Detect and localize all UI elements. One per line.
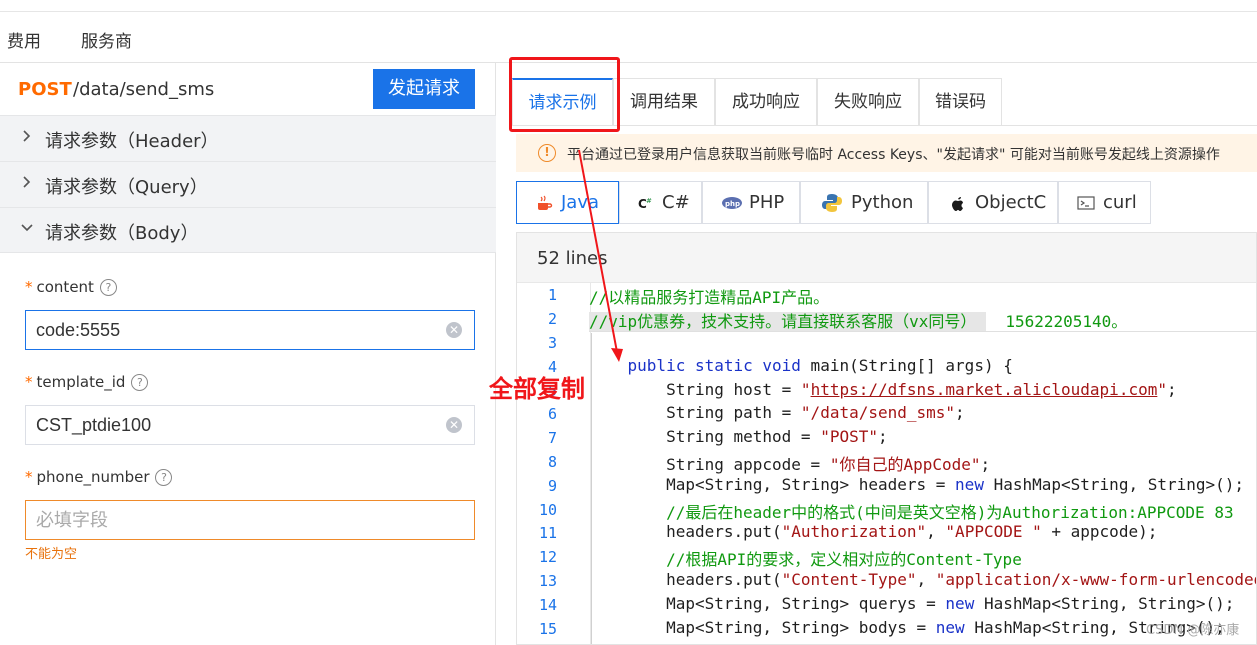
required-marker: * (25, 468, 33, 486)
api-path: /data/send_sms (73, 79, 215, 100)
tab-call-result[interactable]: 调用结果 (613, 78, 715, 126)
required-marker: * (25, 278, 33, 296)
code-line: //最后在header中的格式(中间是英文空格)为Authorization:A… (666, 503, 1234, 522)
lang-label: Java (561, 192, 600, 213)
code-line: String appcode = "你自己的AppCode"; (589, 455, 991, 474)
code-line: Map<String, String> querys = new HashMap… (589, 594, 1235, 613)
chevron-right-icon (23, 176, 31, 188)
section-query-params[interactable]: 请求参数（Query） (0, 161, 496, 207)
request-panel: POST /data/send_sms 发起请求 请求参数（Header） 请求… (0, 63, 496, 645)
line-number: 8 (547, 453, 557, 471)
phone-number-input[interactable] (26, 501, 436, 539)
lang-label: ObjectC (975, 192, 1047, 213)
line-number: 12 (538, 548, 557, 566)
help-icon[interactable]: ? (131, 374, 149, 391)
code-line: String path = "/data/send_sms"; (589, 403, 965, 422)
lang-tab-java[interactable]: Java (516, 181, 619, 224)
lang-label: Python (851, 192, 914, 213)
lang-tab-php[interactable]: php PHP (702, 181, 800, 224)
code-line: headers.put("Authorization", "APPCODE " … (589, 522, 1158, 541)
template-id-field: ✕ (25, 405, 475, 445)
api-row: POST /data/send_sms 发起请求 (0, 63, 496, 115)
lang-label: PHP (749, 192, 785, 213)
code-line: Map<String, String> bodys = new HashMap<… (589, 618, 1225, 637)
tab-request-example[interactable]: 请求示例 (512, 78, 613, 126)
code-line: headers.put("Content-Type", "application… (589, 570, 1257, 589)
lang-label: curl (1103, 192, 1137, 213)
field-label-template-id: * template_id? (25, 373, 149, 391)
line-number: 10 (538, 501, 557, 519)
line-number: 13 (538, 572, 557, 590)
lang-tab-curl[interactable]: curl (1058, 181, 1151, 224)
nav-item-fee[interactable]: 费用 (7, 27, 41, 52)
section-label: 请求参数（Header） (45, 131, 219, 152)
required-marker: * (25, 373, 33, 391)
svg-text:#: # (646, 197, 652, 205)
send-request-button[interactable]: 发起请求 (373, 69, 475, 109)
annotation-label: 全部复制 (489, 375, 585, 403)
chevron-right-icon (23, 130, 31, 142)
content-input[interactable] (26, 311, 436, 349)
code-line: //根据API的要求，定义相对应的Content-Type (666, 550, 1022, 569)
code-header: 52 lines (517, 233, 1256, 283)
lang-tab-objectc[interactable]: ObjectC (928, 181, 1058, 224)
terminal-icon (1077, 196, 1095, 210)
section-label: 请求参数（Query） (45, 177, 208, 198)
chevron-down-icon (21, 224, 33, 232)
help-icon[interactable]: ? (155, 469, 173, 486)
lang-label: C# (662, 192, 690, 213)
line-number: 15 (538, 620, 557, 638)
csharp-icon: C # (638, 197, 652, 211)
code-line: public static void main(String[] args) { (627, 356, 1013, 375)
svg-text:php: php (725, 200, 740, 208)
tabs-divider (512, 125, 1257, 126)
java-icon (538, 195, 553, 210)
http-method: POST (18, 79, 72, 100)
nav-item-provider[interactable]: 服务商 (81, 27, 132, 52)
notice-text: 平台通过已登录用户信息获取当前账号临时 Access Keys、"发起请求" 可… (567, 147, 1220, 163)
code-line: String host = "https://dfsns.market.alic… (589, 380, 1177, 399)
lang-tab-python[interactable]: Python (800, 181, 928, 224)
php-icon: php (722, 197, 742, 209)
line-number: 11 (538, 524, 557, 542)
section-body-params[interactable]: 请求参数（Body） (0, 207, 496, 253)
field-label-phone-number: * phone_number? (25, 468, 173, 486)
lang-tab-csharp[interactable]: C # C# (619, 181, 702, 224)
content-field: ✕ (25, 310, 475, 350)
line-number: 3 (547, 334, 557, 352)
error-message: 不能为空 (25, 547, 78, 562)
top-nav: 费用 服务商 (0, 12, 1257, 63)
code-line: //以精品服务打造精品API产品。 (589, 288, 830, 307)
clear-icon[interactable]: ✕ (446, 417, 462, 433)
line-number: 14 (538, 596, 557, 614)
watermark: CSDN @陈亦康 (1146, 623, 1240, 638)
line-number: 1 (547, 286, 557, 304)
line-number: 7 (547, 429, 557, 447)
help-icon[interactable]: ? (99, 279, 117, 296)
top-strip (0, 0, 1257, 12)
line-count: 52 lines (537, 248, 608, 269)
template-id-input[interactable] (26, 406, 436, 444)
clear-icon[interactable]: ✕ (446, 322, 462, 338)
line-number: 9 (547, 477, 557, 495)
code-viewer[interactable]: 52 lines 1 2 3 4 5 6 7 8 9 10 11 12 13 1… (516, 232, 1257, 645)
warning-icon: ! (538, 144, 556, 162)
tab-failure-response[interactable]: 失败响应 (817, 78, 919, 126)
code-line: //vip优惠券，技术支持。请直接联系客服（vx同号） 15622205140。 (589, 312, 1128, 331)
line-number: 2 (547, 310, 557, 328)
phone-number-field (25, 500, 475, 540)
field-label-content: * content? (25, 278, 117, 296)
section-label: 请求参数（Body） (45, 223, 199, 244)
section-header-params[interactable]: 请求参数（Header） (0, 115, 496, 161)
notice-banner: ! 平台通过已登录用户信息获取当前账号临时 Access Keys、"发起请求"… (516, 134, 1257, 172)
python-icon (822, 194, 842, 212)
code-line: String method = "POST"; (589, 427, 888, 446)
tab-success-response[interactable]: 成功响应 (715, 78, 817, 126)
code-line: Map<String, String> headers = new HashMa… (589, 475, 1245, 494)
tab-error-codes[interactable]: 错误码 (919, 78, 1002, 126)
line-number: 6 (547, 405, 557, 423)
apple-icon (952, 197, 963, 211)
